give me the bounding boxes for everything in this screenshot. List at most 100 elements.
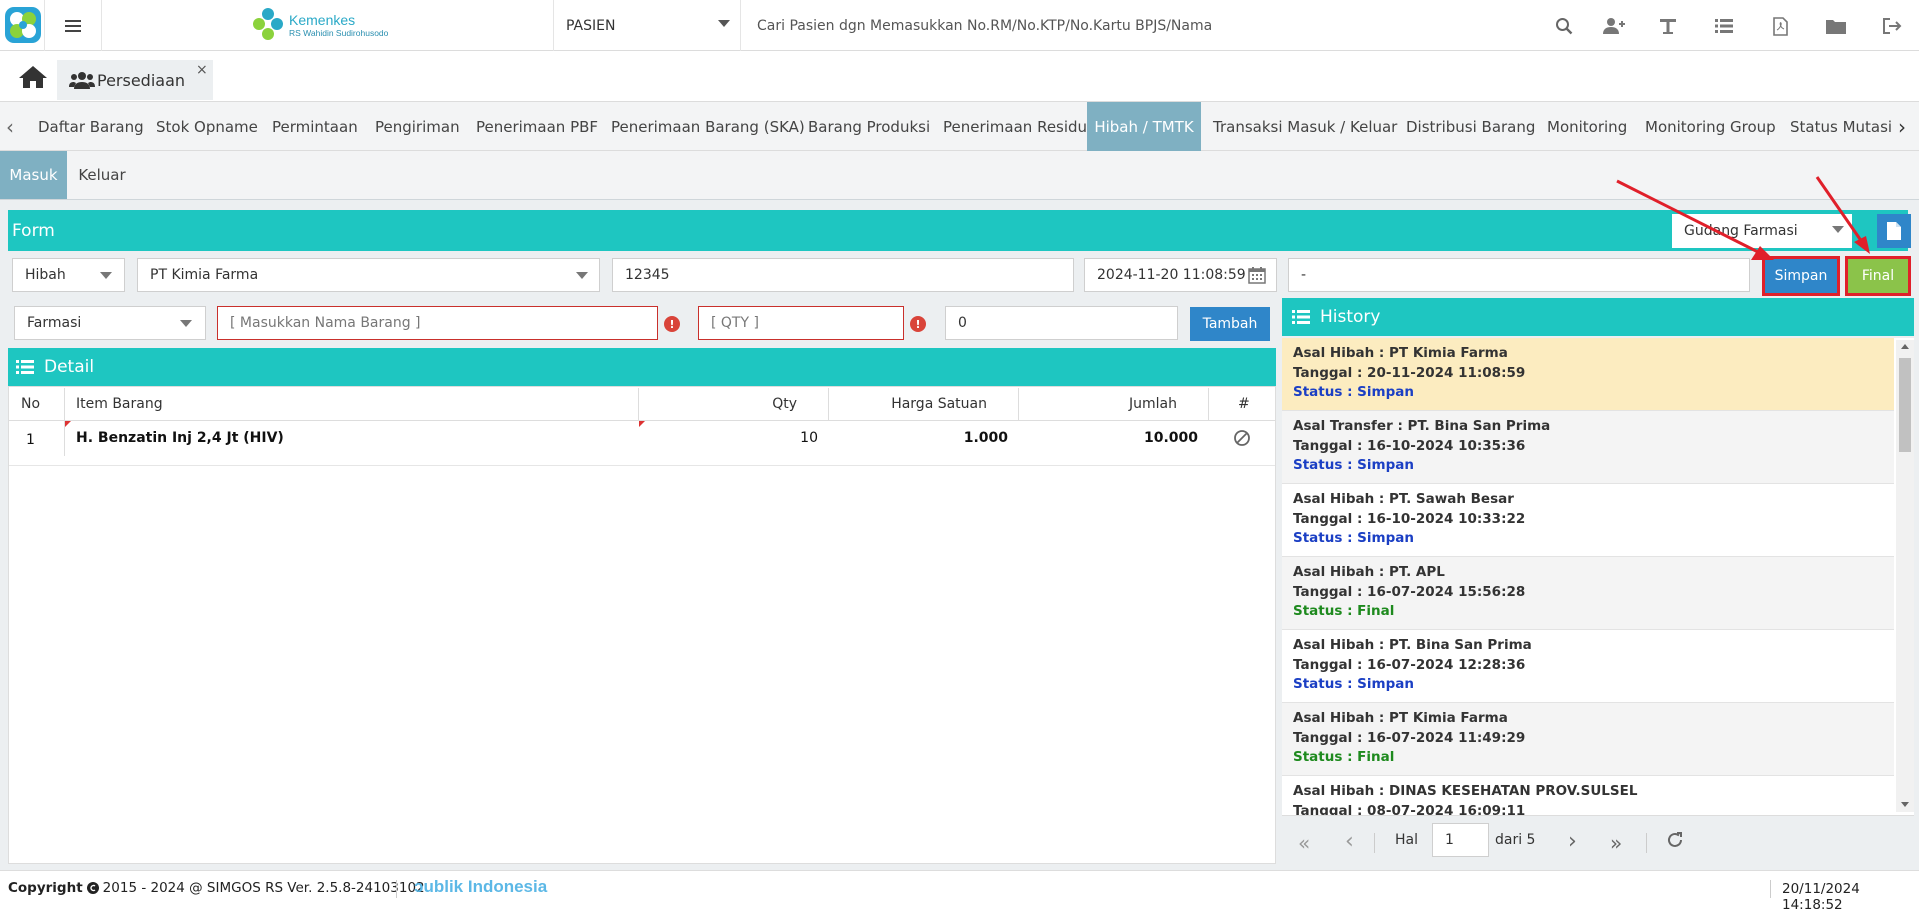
history-item[interactable]: Asal Hibah : PT. APL Tanggal : 16-07-202… xyxy=(1282,557,1894,630)
add-item-button[interactable]: Tambah xyxy=(1190,307,1270,341)
detail-title: Detail xyxy=(44,357,95,377)
brand-subtitle: RS Wahidin Sudirohusodo xyxy=(289,28,389,38)
cell-qty[interactable]: 10 xyxy=(640,422,818,454)
column-header-item: Item Barang xyxy=(76,396,163,412)
patient-search-input[interactable]: Cari Pasien dgn Memasukkan No.RM/No.KTP/… xyxy=(740,0,1500,51)
nav-transaksi-masuk-keluar[interactable]: Transaksi Masuk / Keluar xyxy=(1213,102,1397,151)
last-page-icon[interactable]: » xyxy=(1610,831,1622,855)
supplier-select[interactable]: PT Kimia Farma xyxy=(137,258,600,292)
column-divider xyxy=(1208,388,1209,420)
subtab-keluar[interactable]: Keluar xyxy=(67,151,137,199)
cell-item[interactable]: H. Benzatin Inj 2,4 Jt (HIV) xyxy=(76,422,284,454)
footer-timestamp: 20/11/2024 14:18:52 xyxy=(1782,881,1860,913)
history-item[interactable]: Asal Hibah : PT Kimia Farma Tanggal : 20… xyxy=(1282,338,1894,411)
nav-distribusi-barang[interactable]: Distribusi Barang xyxy=(1406,102,1535,151)
nav-permintaan[interactable]: Permintaan xyxy=(272,102,358,151)
first-page-icon[interactable]: « xyxy=(1298,831,1310,855)
history-origin: Asal Hibah : PT Kimia Farma xyxy=(1293,710,1508,726)
history-status: Status : Simpan xyxy=(1293,676,1414,692)
dirty-cell-marker xyxy=(65,421,71,427)
search-icon[interactable] xyxy=(1552,14,1576,38)
footer-copyright: Copyright 2015 - 2024 @ SIMGOS RS Ver. 2… xyxy=(8,880,425,896)
nav-daftar-barang[interactable]: Daftar Barang xyxy=(38,102,144,151)
nav-pengiriman[interactable]: Pengiriman xyxy=(375,102,460,151)
scroll-down-icon[interactable] xyxy=(1901,802,1909,807)
patient-type-select[interactable]: PASIEN xyxy=(553,0,738,51)
history-item[interactable]: Asal Transfer : PT. Bina San Prima Tangg… xyxy=(1282,411,1894,484)
hamburger-icon xyxy=(65,19,81,32)
nav-barang-produksi[interactable]: Barang Produksi xyxy=(808,102,930,151)
chevron-down-icon xyxy=(718,20,730,27)
nav-monitoring[interactable]: Monitoring xyxy=(1547,102,1627,151)
nav-monitoring-group[interactable]: Monitoring Group xyxy=(1645,102,1776,151)
pager-total: dari 5 xyxy=(1495,832,1536,848)
list-icon[interactable] xyxy=(1712,14,1736,38)
item-name-input[interactable]: [ Masukkan Nama Barang ] xyxy=(217,306,658,340)
annotation-arrows-icon xyxy=(1616,176,1870,260)
supplier-select-value: PT Kimia Farma xyxy=(150,267,259,283)
nav-penerimaan-residu[interactable]: Penerimaan Residu xyxy=(943,102,1087,151)
history-item[interactable]: Asal Hibah : DINAS KESEHATAN PROV.SULSEL… xyxy=(1282,776,1894,815)
column-header-no: No xyxy=(21,396,41,412)
subtab-masuk[interactable]: Masuk xyxy=(0,151,67,199)
history-item[interactable]: Asal Hibah : PT Kimia Farma Tanggal : 16… xyxy=(1282,703,1894,776)
prev-page-icon[interactable]: ‹ xyxy=(1345,829,1354,854)
footer-version: 2015 - 2024 @ SIMGOS RS Ver. 2.5.8-24103… xyxy=(102,880,425,896)
folder-icon[interactable] xyxy=(1824,14,1848,38)
text-icon[interactable] xyxy=(1656,14,1680,38)
home-icon[interactable] xyxy=(18,64,48,90)
chevron-down-icon xyxy=(576,272,588,279)
pdf-icon[interactable] xyxy=(1768,14,1792,38)
column-header-price: Harga Satuan xyxy=(891,396,987,412)
add-user-icon[interactable] xyxy=(1602,14,1626,38)
tab-close-icon[interactable]: × xyxy=(196,62,208,78)
nav-status-mutasi[interactable]: Status Mutasi E xyxy=(1790,102,1896,151)
doc-number-input[interactable]: 12345 xyxy=(612,258,1074,292)
footer-divider xyxy=(396,880,397,898)
nav-stok-opname[interactable]: Stok Opname xyxy=(156,102,258,151)
nav-penerimaan-pbf[interactable]: Penerimaan PBF xyxy=(476,102,598,151)
history-status: Status : Final xyxy=(1293,603,1395,619)
hamburger-menu-button[interactable] xyxy=(44,0,102,51)
simgos-logo-icon xyxy=(4,6,42,44)
history-item[interactable]: Asal Hibah : PT. Bina San Prima Tanggal … xyxy=(1282,630,1894,703)
footer-marquee: ɔublik Indonesia xyxy=(414,877,548,896)
history-origin: Asal Hibah : PT. Sawah Besar xyxy=(1293,491,1514,507)
type-select-value: Hibah xyxy=(25,267,66,283)
nav-scroll-right-icon[interactable]: › xyxy=(1898,102,1906,151)
price-input[interactable]: 0 xyxy=(945,306,1178,340)
qty-input[interactable]: [ QTY ] xyxy=(698,306,904,340)
users-icon xyxy=(69,72,95,89)
column-divider xyxy=(1018,388,1019,420)
history-item[interactable]: Asal Hibah : PT. Sawah Besar Tanggal : 1… xyxy=(1282,484,1894,557)
calendar-icon[interactable] xyxy=(1248,266,1266,284)
remove-row-icon[interactable] xyxy=(1233,429,1251,447)
history-date: Tanggal : 16-07-2024 12:28:36 xyxy=(1293,656,1526,673)
logout-icon[interactable] xyxy=(1880,14,1904,38)
page-number-input[interactable]: 1 xyxy=(1432,823,1489,857)
scrollbar-thumb[interactable] xyxy=(1899,358,1911,452)
tab-label: Persediaan xyxy=(97,70,186,90)
tab-persediaan[interactable]: Persediaan xyxy=(57,60,213,100)
nav-penerimaan-barang-ska[interactable]: Penerimaan Barang (SKA) xyxy=(611,102,805,151)
nav-scroll-left-icon[interactable]: ‹ xyxy=(6,102,14,151)
history-title: History xyxy=(1320,307,1381,327)
history-date: Tanggal : 16-07-2024 11:49:29 xyxy=(1293,729,1526,746)
next-page-icon[interactable]: › xyxy=(1568,829,1577,854)
copyright-icon xyxy=(86,882,99,894)
list-icon xyxy=(1292,310,1310,324)
column-header-qty: Qty xyxy=(772,396,797,412)
history-pager xyxy=(1282,815,1914,865)
error-icon: ! xyxy=(664,316,680,332)
pager-label: Hal xyxy=(1395,832,1418,848)
history-status: Status : Final xyxy=(1293,749,1395,765)
category-select[interactable]: Farmasi xyxy=(14,306,206,340)
nav-hibah-tmtk[interactable]: Hibah / TMTK xyxy=(1087,102,1201,151)
column-divider xyxy=(828,388,829,420)
column-header-total: Jumlah xyxy=(1129,396,1177,412)
history-status: Status : Simpan xyxy=(1293,384,1414,400)
history-scrollbar[interactable] xyxy=(1896,340,1914,812)
chevron-down-icon xyxy=(180,320,192,327)
refresh-icon[interactable] xyxy=(1666,831,1684,849)
scroll-up-icon[interactable] xyxy=(1901,344,1909,349)
